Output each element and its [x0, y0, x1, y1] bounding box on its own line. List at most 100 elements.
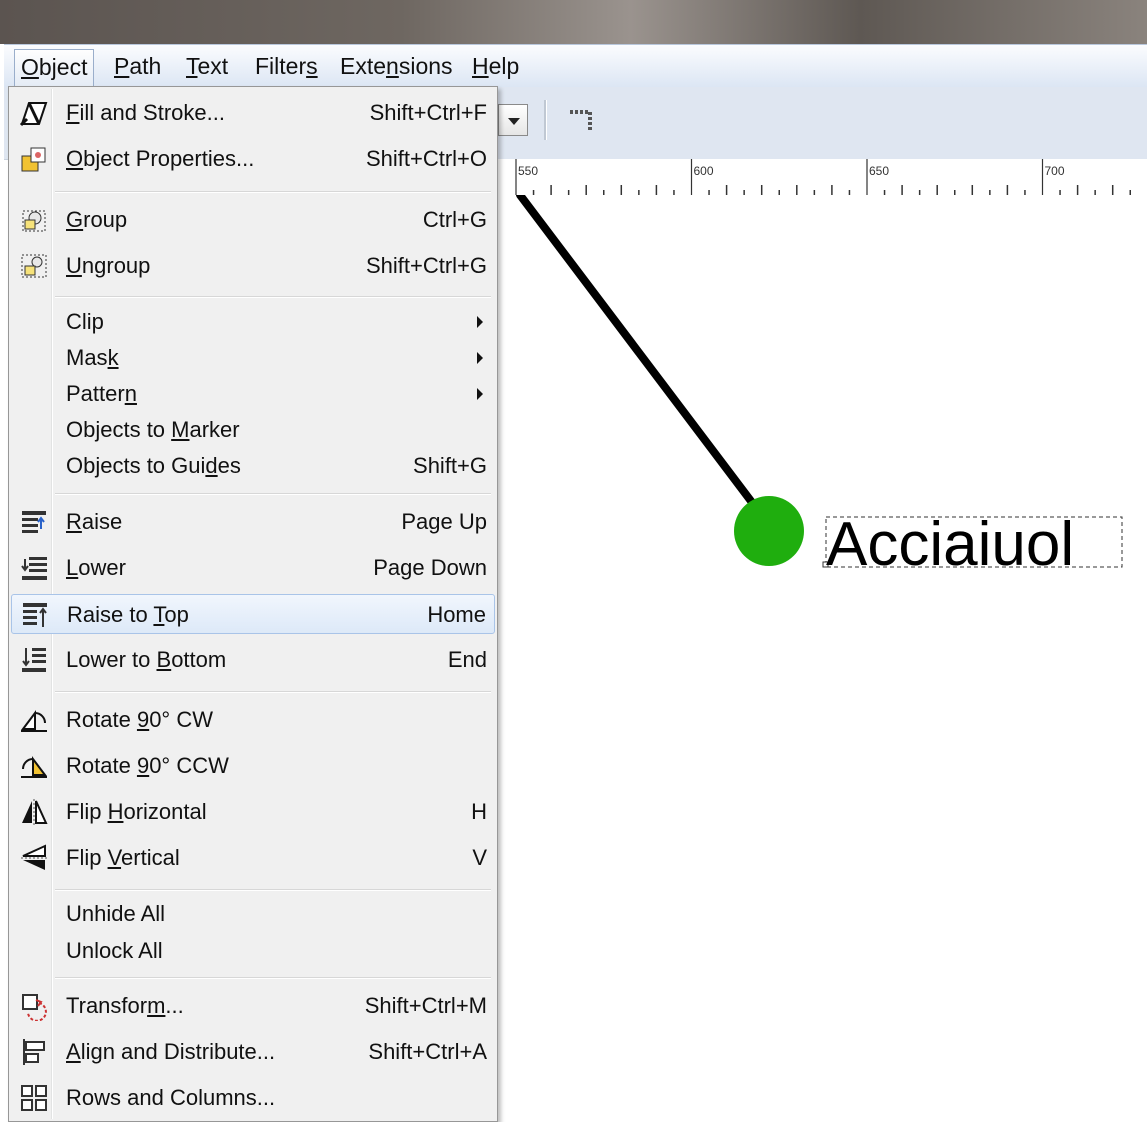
flip-vertical-icon — [21, 844, 47, 870]
toolbar-separator — [544, 100, 547, 140]
chevron-down-icon — [508, 118, 520, 125]
rotate-cw-icon — [21, 710, 47, 732]
menu-item-label: Lower to Bottom — [66, 647, 227, 672]
flip-horizontal-icon — [22, 799, 48, 825]
menu-item-objects-to-guides[interactable]: Objects to Guides Shift+G — [11, 446, 495, 486]
menu-item-shortcut: Page Up — [401, 509, 487, 534]
menu-separator — [55, 977, 491, 979]
corner-icon[interactable] — [566, 106, 596, 136]
window-titlebar — [0, 0, 1147, 44]
menu-item-shortcut: Shift+Ctrl+G — [365, 253, 487, 278]
menu-item-rotate-90-cw[interactable]: Rotate 90° CW — [11, 700, 495, 740]
menu-item-label: Flip Horizontal — [66, 799, 207, 824]
lower-icon — [21, 557, 47, 580]
drawing-canvas[interactable]: Acciaiuol — [498, 195, 1147, 1122]
ruler-label: 700 — [1045, 164, 1065, 178]
menu-item-label: Lower — [66, 555, 126, 580]
menu-item-lower[interactable]: Lower Page Down — [11, 548, 495, 588]
transform-icon — [22, 994, 47, 1021]
menu-item-shortcut: Ctrl+G — [422, 207, 487, 232]
toolbar-dropdown-button[interactable] — [498, 104, 528, 136]
menu-item-label: Objects to Marker — [66, 417, 240, 442]
menu-separator — [55, 296, 491, 298]
submenu-arrow-icon — [477, 316, 483, 328]
menu-separator — [55, 889, 491, 891]
menu-item-label: Rotate 90° CCW — [66, 753, 229, 778]
menu-item-objects-to-marker[interactable]: Objects to Marker — [11, 410, 495, 450]
menu-item-flip-horizontal[interactable]: Flip Horizontal H — [11, 792, 495, 832]
menu-item-raise[interactable]: Raise Page Up — [11, 502, 495, 542]
menu-extensions[interactable]: Extensions — [334, 50, 459, 82]
menu-help[interactable]: Help — [466, 50, 525, 82]
menu-item-label: Objects to Guides — [66, 453, 241, 478]
lower-to-bottom-icon — [22, 648, 46, 672]
rows-columns-icon — [21, 1085, 47, 1111]
connector-line[interactable] — [516, 195, 764, 517]
menu-item-unlock-all[interactable]: Unlock All — [11, 931, 495, 971]
menu-item-pattern[interactable]: Pattern — [11, 374, 495, 414]
menu-item-flip-vertical[interactable]: Flip Vertical V — [11, 838, 495, 878]
menu-item-label: Object Properties... — [66, 146, 255, 171]
menu-item-shortcut: H — [471, 799, 487, 824]
menu-item-label: Fill and Stroke... — [66, 100, 225, 125]
menu-item-shortcut: Home — [427, 602, 486, 627]
menu-item-lower-to-bottom[interactable]: Lower to Bottom End — [11, 640, 495, 680]
menu-separator — [55, 191, 491, 193]
menu-item-fill-and-stroke[interactable]: Fill and Stroke... Shift+Ctrl+F — [11, 93, 495, 133]
menu-item-ungroup[interactable]: Ungroup Shift+Ctrl+G — [11, 246, 495, 286]
menu-item-label: Rows and Columns... — [66, 1085, 276, 1110]
menu-filters[interactable]: Filters — [249, 50, 324, 82]
horizontal-ruler[interactable]: 550 600 650 700 — [498, 159, 1147, 196]
menu-item-label: Clip — [66, 309, 104, 334]
menu-item-label: Rotate 90° CW — [66, 707, 213, 732]
menu-item-label: Raise — [66, 509, 123, 534]
menu-item-clip[interactable]: Clip — [11, 302, 495, 342]
menu-item-group[interactable]: Group Ctrl+G — [11, 200, 495, 240]
group-icon — [22, 210, 46, 232]
menu-item-transform[interactable]: Transform... Shift+Ctrl+M — [11, 986, 495, 1026]
menu-object[interactable]: Object — [14, 49, 95, 87]
menu-item-rows-and-columns[interactable]: Rows and Columns... — [11, 1078, 495, 1118]
menu-text[interactable]: Text — [180, 50, 234, 82]
menu-item-shortcut: V — [472, 845, 487, 870]
menu-item-raise-to-top[interactable]: Raise to Top Home — [11, 594, 495, 634]
menu-item-label: Pattern — [66, 381, 137, 406]
menu-item-shortcut: Shift+Ctrl+A — [368, 1039, 487, 1064]
raise-to-top-icon — [23, 603, 47, 627]
menu-item-label: Unlock All — [66, 938, 163, 963]
align-distribute-icon — [23, 1039, 45, 1065]
menu-item-label: Align and Distribute... — [66, 1039, 276, 1064]
ruler-label: 600 — [694, 164, 714, 178]
menu-path[interactable]: Path — [108, 50, 167, 82]
menu-item-align-and-distribute[interactable]: Align and Distribute... Shift+Ctrl+A — [11, 1032, 495, 1072]
ungroup-icon — [21, 254, 47, 278]
green-circle[interactable] — [734, 496, 804, 566]
menu-item-shortcut: Page Down — [373, 555, 487, 580]
canvas-text[interactable]: Acciaiuol — [826, 510, 1074, 579]
menu-item-unhide-all[interactable]: Unhide All — [11, 894, 495, 934]
menu-item-shortcut: Shift+Ctrl+O — [365, 146, 487, 171]
raise-icon — [22, 511, 46, 533]
menu-item-object-properties[interactable]: Object Properties... Shift+Ctrl+O — [11, 139, 495, 179]
menu-item-shortcut: End — [447, 647, 487, 672]
menu-bar: Object Path Text Filters Extensions Help — [4, 44, 1147, 88]
object-menu-dropdown: Fill and Stroke... Shift+Ctrl+F Object Pro… — [8, 86, 498, 1122]
menu-item-label: Ungroup — [66, 253, 151, 278]
menu-item-shortcut: Shift+Ctrl+F — [369, 100, 487, 125]
menu-item-rotate-90-ccw[interactable]: Rotate 90° CCW — [11, 746, 495, 786]
rotate-ccw-icon — [21, 756, 47, 778]
submenu-arrow-icon — [477, 352, 483, 364]
menu-item-label: Transform... — [66, 993, 184, 1018]
menu-item-label: Unhide All — [66, 901, 166, 926]
menu-item-mask[interactable]: Mask — [11, 338, 495, 378]
ruler-label: 650 — [869, 164, 889, 178]
fill-stroke-icon — [19, 102, 48, 127]
submenu-arrow-icon — [477, 388, 483, 400]
menu-item-label: Mask — [66, 345, 119, 370]
menu-separator — [55, 691, 491, 693]
ruler-label: 550 — [518, 164, 538, 178]
menu-separator — [55, 493, 491, 495]
menu-item-label: Raise to Top — [67, 602, 189, 627]
menu-item-shortcut: Shift+G — [413, 453, 487, 478]
object-properties-icon — [21, 147, 46, 172]
